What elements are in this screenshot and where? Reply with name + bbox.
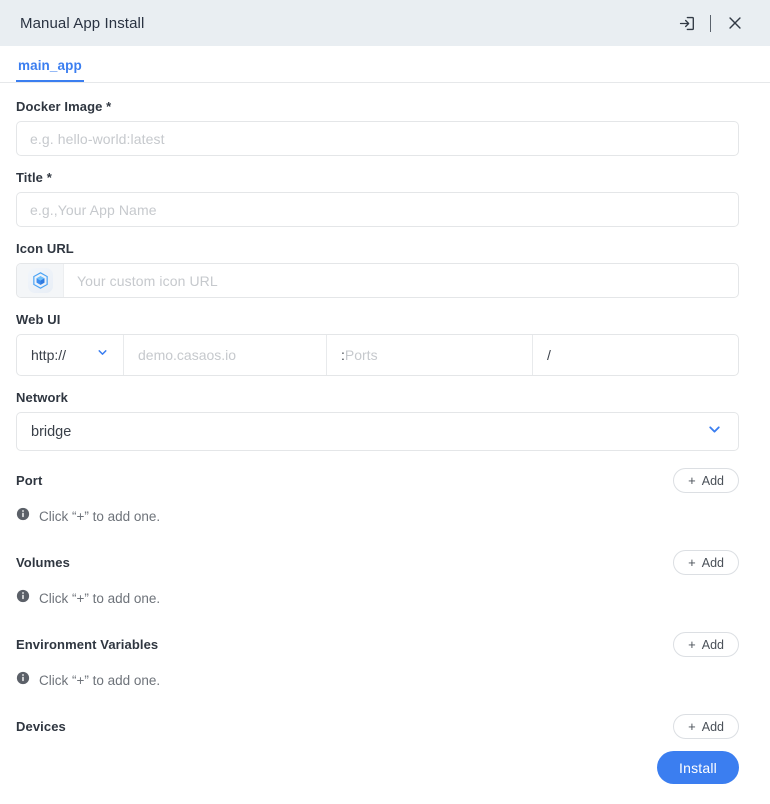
web-ui-protocol-select[interactable]: http://	[17, 335, 124, 375]
title-label: Title *	[16, 170, 52, 185]
manual-app-install-dialog: Manual App Install main_app Docker Image	[0, 0, 770, 804]
add-device-label: Add	[701, 719, 724, 734]
devices-label: Devices	[16, 719, 66, 734]
web-ui-port-input[interactable]: : Ports	[327, 335, 533, 375]
tab-bar: main_app	[0, 46, 770, 83]
app-icon-preview	[17, 264, 64, 297]
docker-image-placeholder: e.g. hello-world:latest	[30, 130, 165, 147]
dialog-footer: Install	[0, 751, 770, 804]
section-header-environment-variables: Environment Variables + Add	[16, 632, 739, 657]
web-ui-path-input[interactable]: /	[533, 335, 738, 375]
plus-icon: +	[688, 719, 696, 734]
info-icon	[16, 671, 30, 690]
volumes-label: Volumes	[16, 555, 70, 570]
network-value: bridge	[31, 423, 72, 440]
section-header-volumes: Volumes + Add	[16, 550, 739, 575]
web-ui-port-placeholder: Ports	[344, 347, 378, 363]
icon-url-placeholder: Your custom icon URL	[77, 272, 218, 289]
port-label: Port	[16, 473, 43, 488]
docker-image-field[interactable]: e.g. hello-world:latest	[16, 121, 739, 156]
web-ui-label: Web UI	[16, 312, 61, 327]
plus-icon: +	[688, 555, 696, 570]
add-volume-button[interactable]: + Add	[673, 550, 739, 575]
title-placeholder: e.g.,Your App Name	[30, 201, 157, 218]
add-port-button[interactable]: + Add	[673, 468, 739, 493]
install-button[interactable]: Install	[657, 751, 739, 784]
add-environment-variable-button[interactable]: + Add	[673, 632, 739, 657]
title-field[interactable]: e.g.,Your App Name	[16, 192, 739, 227]
icon-url-label: Icon URL	[16, 241, 74, 256]
environment-variables-hint: Click “+” to add one.	[16, 671, 739, 690]
dialog-body: Docker Image * e.g. hello-world:latest T…	[0, 83, 770, 751]
dialog-titlebar: Manual App Install	[0, 0, 770, 46]
chevron-down-icon	[706, 421, 723, 443]
section-header-devices: Devices + Add	[16, 714, 739, 739]
add-device-button[interactable]: + Add	[673, 714, 739, 739]
import-icon[interactable]	[669, 6, 703, 40]
add-volume-label: Add	[701, 555, 724, 570]
chevron-down-icon	[96, 346, 109, 364]
add-environment-variable-label: Add	[701, 637, 724, 652]
environment-variables-hint-text: Click “+” to add one.	[39, 673, 161, 688]
volumes-hint-text: Click “+” to add one.	[39, 591, 161, 606]
environment-variables-label: Environment Variables	[16, 637, 159, 652]
web-ui-path-prefix: /	[547, 347, 551, 363]
web-ui-protocol-value: http://	[31, 347, 67, 363]
plus-icon: +	[688, 637, 696, 652]
section-header-port: Port + Add	[16, 468, 739, 493]
dialog-title: Manual App Install	[20, 14, 145, 32]
add-port-label: Add	[701, 473, 724, 488]
web-ui-host-placeholder: demo.casaos.io	[138, 347, 237, 363]
plus-icon: +	[688, 473, 696, 488]
network-select[interactable]: bridge	[16, 412, 739, 451]
web-ui-row: http:// demo.casaos.io : Ports /	[16, 334, 739, 376]
cube-icon	[27, 268, 53, 293]
volumes-hint: Click “+” to add one.	[16, 589, 739, 608]
port-hint: Click “+” to add one.	[16, 507, 739, 526]
web-ui-host-input[interactable]: demo.casaos.io	[124, 335, 327, 375]
close-icon[interactable]	[718, 6, 752, 40]
icon-url-field[interactable]: Your custom icon URL	[16, 263, 739, 298]
titlebar-divider	[710, 14, 711, 32]
docker-image-label: Docker Image *	[16, 99, 112, 114]
tab-main-app[interactable]: main_app	[16, 58, 84, 82]
info-icon	[16, 507, 30, 526]
info-icon	[16, 589, 30, 608]
network-label: Network	[16, 390, 68, 405]
titlebar-actions	[669, 6, 752, 40]
port-hint-text: Click “+” to add one.	[39, 509, 161, 524]
